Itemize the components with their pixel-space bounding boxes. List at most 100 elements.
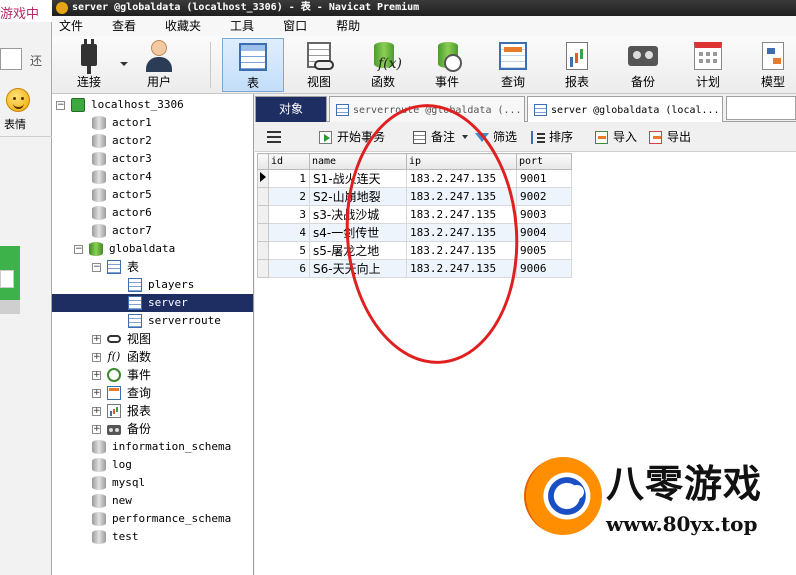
event-icon	[107, 368, 121, 382]
tab-objects[interactable]: 对象	[255, 96, 327, 122]
expand-icon[interactable]: +	[92, 424, 101, 434]
tree-group-views[interactable]: + 视图	[92, 330, 151, 348]
tree-db[interactable]: actor3	[92, 150, 152, 168]
cell-id[interactable]: 1	[268, 169, 310, 188]
expand-icon[interactable]: +	[92, 334, 101, 344]
collapse-icon[interactable]: −	[56, 100, 65, 110]
row-indicator[interactable]	[257, 259, 269, 278]
tree-group-backups[interactable]: + 备份	[92, 420, 151, 438]
expand-icon[interactable]: +	[92, 388, 101, 398]
tree-label: 函数	[127, 350, 152, 364]
tree-db[interactable]: actor1	[92, 114, 152, 132]
collapse-icon[interactable]: −	[92, 262, 101, 272]
tree-db-globaldata[interactable]: − globaldata	[74, 240, 175, 258]
tree-label: test	[112, 530, 139, 543]
tree-db[interactable]: information_schema	[92, 438, 231, 456]
table-icon	[336, 103, 349, 116]
tree-label: serverroute	[148, 314, 221, 327]
tree-group-queries[interactable]: + 查询	[92, 384, 151, 402]
tree-label: mysql	[112, 476, 146, 489]
query-button[interactable]: 查询	[482, 38, 544, 92]
row-indicator[interactable]	[257, 187, 269, 206]
row-indicator[interactable]	[257, 241, 269, 260]
event-icon	[430, 40, 464, 74]
cell-port[interactable]: 9006	[516, 259, 572, 278]
sort-button[interactable]: 排序	[531, 128, 573, 146]
background-input[interactable]	[0, 48, 22, 70]
cell-id[interactable]: 4	[268, 223, 310, 242]
menu-favorites[interactable]: 收藏夹	[158, 16, 208, 36]
tree-table[interactable]: players	[128, 276, 194, 294]
model-icon	[756, 40, 790, 74]
app-icon	[56, 2, 68, 14]
row-indicator[interactable]	[257, 223, 269, 242]
cell-id[interactable]: 3	[268, 205, 310, 224]
tab-label: server @globaldata (local...	[551, 105, 720, 116]
tree-db[interactable]: test	[92, 528, 139, 546]
tree-db[interactable]: mysql	[92, 474, 145, 492]
tree-group-events[interactable]: + 事件	[92, 366, 151, 384]
tree-db[interactable]: actor4	[92, 168, 152, 186]
background-button[interactable]: 还	[30, 52, 42, 69]
connection-button[interactable]: 连接	[58, 38, 120, 92]
tree-table-selected[interactable]: server	[52, 294, 253, 312]
report-icon	[107, 404, 121, 418]
tree-db[interactable]: actor7	[92, 222, 152, 240]
view-button[interactable]: 视图	[288, 38, 350, 92]
cell-id[interactable]: 5	[268, 241, 310, 260]
model-button[interactable]: 模型	[742, 38, 796, 92]
cell-port[interactable]: 9003	[516, 205, 572, 224]
toolbar-label: 视图	[306, 75, 331, 89]
column-header-port[interactable]: port	[516, 153, 572, 170]
play-icon	[319, 130, 332, 144]
expand-icon[interactable]: +	[92, 406, 101, 416]
backup-button[interactable]: 备份	[612, 38, 674, 92]
report-button[interactable]: 报表	[546, 38, 608, 92]
column-header-id[interactable]: id	[268, 153, 310, 170]
divider	[210, 42, 211, 88]
tree-db[interactable]: performance_schema	[92, 510, 231, 528]
tree-db[interactable]: actor2	[92, 132, 152, 150]
cell-port[interactable]: 9005	[516, 241, 572, 260]
database-icon	[92, 224, 106, 238]
row-indicator[interactable]	[257, 169, 269, 188]
menu-tools[interactable]: 工具	[223, 16, 261, 36]
expand-icon[interactable]: +	[92, 370, 101, 380]
menu-help[interactable]: 帮助	[329, 16, 367, 36]
tree-db[interactable]: actor6	[92, 204, 152, 222]
tree-connection[interactable]: − localhost_3306	[56, 96, 184, 114]
menu-window[interactable]: 窗口	[276, 16, 314, 36]
export-icon	[649, 130, 662, 144]
hamburger-icon	[267, 131, 281, 143]
tree-table[interactable]: serverroute	[128, 312, 221, 330]
export-button[interactable]: 导出	[649, 128, 691, 146]
tree-db[interactable]: actor5	[92, 186, 152, 204]
user-button[interactable]: 用户	[128, 38, 190, 92]
query-icon	[496, 40, 530, 74]
cell-port[interactable]: 9002	[516, 187, 572, 206]
tree-group-tables[interactable]: − 表	[92, 258, 139, 276]
tab-server[interactable]: server @globaldata (local...	[527, 96, 723, 122]
tree-group-functions[interactable]: + f() 函数	[92, 348, 151, 366]
menu-file[interactable]: 文件	[52, 16, 90, 36]
tab-search-input[interactable]	[726, 96, 796, 120]
expand-icon[interactable]: +	[92, 352, 101, 362]
import-button[interactable]: 导入	[595, 128, 637, 146]
menu-view[interactable]: 查看	[105, 16, 143, 36]
schedule-button[interactable]: 计划	[677, 38, 739, 92]
cell-port[interactable]: 9001	[516, 169, 572, 188]
collapse-icon[interactable]: −	[74, 244, 83, 254]
cell-id[interactable]: 2	[268, 187, 310, 206]
tree-db[interactable]: log	[92, 456, 132, 474]
chevron-down-icon[interactable]	[120, 62, 128, 66]
tree-group-reports[interactable]: + 报表	[92, 402, 151, 420]
row-indicator[interactable]	[257, 205, 269, 224]
cell-port[interactable]: 9004	[516, 223, 572, 242]
function-button[interactable]: f(x) 函数	[352, 38, 414, 92]
emoji-icon[interactable]	[6, 88, 30, 112]
menu-button[interactable]	[267, 128, 281, 146]
cell-id[interactable]: 6	[268, 259, 310, 278]
event-button[interactable]: 事件	[416, 38, 478, 92]
table-button[interactable]: 表	[222, 38, 284, 92]
tree-db[interactable]: new	[92, 492, 132, 510]
